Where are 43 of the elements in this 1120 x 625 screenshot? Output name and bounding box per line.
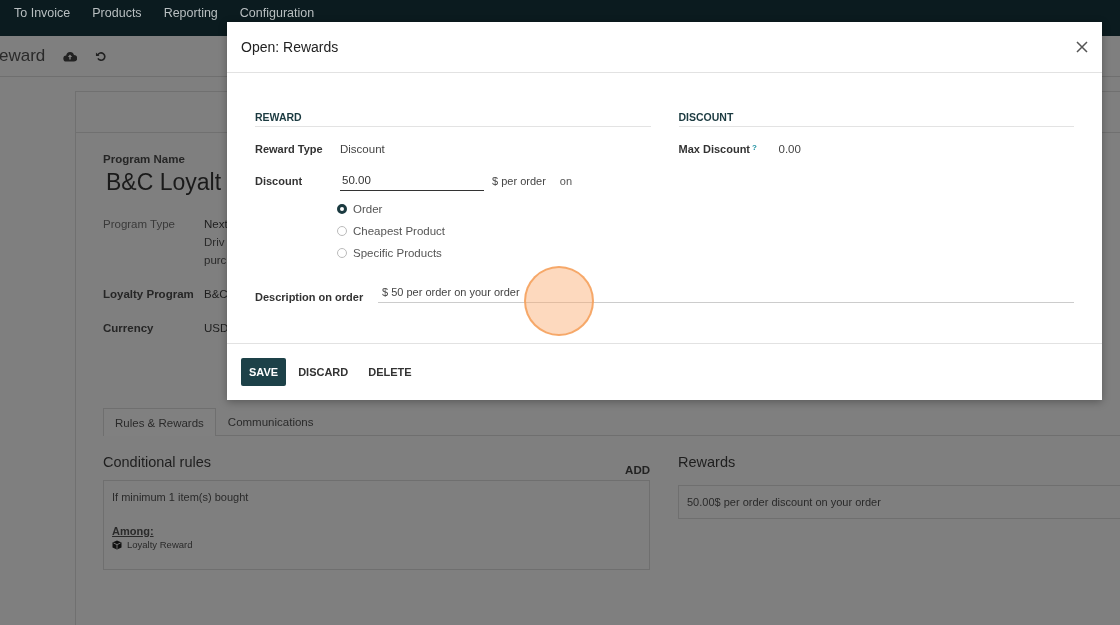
nav-menu-item[interactable]: Reporting (163, 6, 218, 20)
field-label: Program Name (103, 153, 186, 165)
field-label: Loyalty Program (103, 288, 195, 300)
field-description: purc (204, 254, 228, 266)
save-button[interactable]: SAVE (241, 358, 287, 386)
dialog-title: Open: Rewards (241, 39, 339, 55)
field-label: Discount (255, 175, 304, 187)
close-icon[interactable] (1076, 41, 1088, 53)
field-label: Max Discount $^{?}$ (678, 143, 758, 155)
nav-menu-item[interactable]: Configuration (239, 6, 315, 20)
rule-card[interactable]: If minimum 1 item(s) bought Among: Loyalty Reward (103, 480, 650, 570)
radio-option[interactable]: Specific Products (337, 247, 651, 259)
tab[interactable]: Rules & Rewards (103, 408, 216, 436)
add-button[interactable]: ADD (625, 464, 650, 476)
field-value: 0.00 (778, 143, 801, 155)
cloud-upload-icon[interactable] (63, 50, 78, 62)
field-label: Description on order (255, 291, 365, 303)
radio-icon[interactable] (337, 204, 347, 214)
nav-menu-item[interactable]: To Invoice (14, 6, 71, 20)
product-name: Loyalty Reward (127, 539, 193, 550)
section-heading: Rewards (678, 454, 737, 470)
section-heading: DISCOUNT (678, 111, 1074, 127)
section-heading: REWARD (255, 111, 651, 127)
breadcrumb-title[interactable]: eward (0, 46, 46, 66)
on-label: on (559, 175, 573, 187)
dialog-button[interactable]: DELETE (360, 358, 420, 386)
among-label: Among: (112, 525, 155, 537)
nav-menu-item[interactable]: Products (92, 6, 142, 20)
field-label: Currency (103, 322, 155, 334)
unit-label: $ per order (492, 175, 546, 187)
undo-icon[interactable] (95, 50, 107, 62)
field-value: Discount (340, 143, 385, 155)
cube-icon (112, 540, 122, 550)
dialog-button[interactable]: DISCARD (290, 358, 357, 386)
rule-condition: If minimum 1 item(s) bought (112, 491, 249, 503)
field-label: Program Type (103, 218, 176, 232)
radio-option[interactable]: Order (337, 203, 651, 215)
reward-card[interactable]: 50.00$ per order discount on your order (678, 485, 1120, 519)
program-name: B&C Loyalt (106, 169, 222, 196)
tab[interactable]: Communications (215, 408, 326, 435)
field-label: Reward Type (255, 143, 324, 155)
field-description: Driv (204, 236, 226, 248)
radio-option[interactable]: Cheapest Product (337, 225, 651, 237)
